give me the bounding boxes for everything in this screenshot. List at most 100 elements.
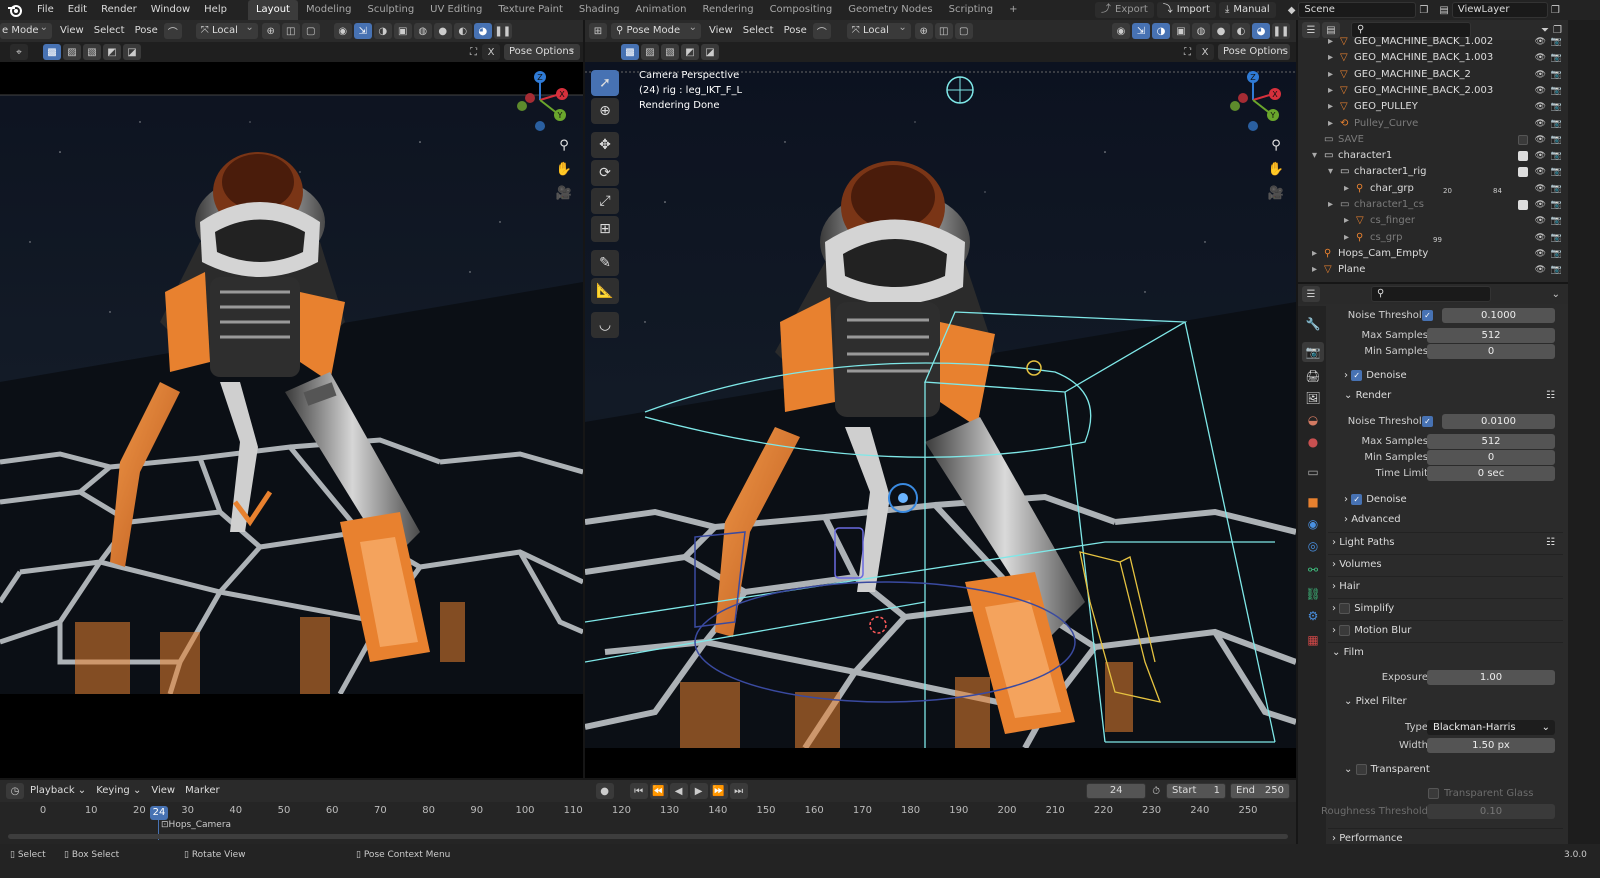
right-viewport-render[interactable]: ➚ ⊕ ✥ ⟳ ⤢ ⊞ ✎ 📐 ◡ Camera Perspective (24… <box>585 62 1296 748</box>
right-menu-pose[interactable]: Pose <box>779 20 812 42</box>
right-xray-icon[interactable]: ▣ <box>1172 23 1190 39</box>
left-tool-cursor-icon[interactable]: ⌖ <box>10 44 28 60</box>
hair-panel[interactable]: › Hair <box>1328 576 1563 596</box>
right-pause-icon[interactable]: ❚❚ <box>1272 23 1290 39</box>
render-camera-icon[interactable]: 📷 <box>1551 246 1562 262</box>
outliner-row[interactable]: ▸ ▽ GEO_MACHINE_BACK_2.003 👁 📷 <box>1298 83 1568 99</box>
light-paths-panel[interactable]: › Light Paths ☷ <box>1328 532 1563 552</box>
constraints-tab-icon[interactable]: ⚙ <box>1302 606 1324 626</box>
simplify-checkbox[interactable] <box>1339 602 1351 614</box>
simplify-panel[interactable]: › Simplify <box>1328 598 1563 618</box>
menu-file[interactable]: File <box>30 0 61 20</box>
rotate-tool[interactable]: ⟳ <box>591 160 619 186</box>
left-menu-select[interactable]: Select <box>89 20 130 42</box>
eye-icon[interactable]: 👁 <box>1535 99 1546 115</box>
render-camera-icon[interactable]: 📷 <box>1551 164 1562 180</box>
scale-tool[interactable]: ⤢ <box>591 188 619 214</box>
left-gizmo-toggle-icon[interactable]: ⇲ <box>353 23 372 39</box>
motion-blur-panel[interactable]: › Motion Blur <box>1328 620 1563 640</box>
armature-tab-icon[interactable]: ⛓ <box>1302 584 1324 604</box>
left-shading-solid-icon[interactable]: ● <box>433 23 452 39</box>
import-button[interactable]: ⤵ Import <box>1156 2 1216 18</box>
eye-icon[interactable]: 👁 <box>1535 67 1546 83</box>
left-select-extend-icon[interactable]: ▨ <box>63 44 81 60</box>
left-overlay-icon[interactable]: ◑ <box>373 23 392 39</box>
expand-right-icon[interactable]: ▸ <box>1328 197 1333 213</box>
world-tab-icon[interactable]: ● <box>1302 432 1324 452</box>
collection-exclude-checkbox[interactable] <box>1518 167 1528 178</box>
render-noise-threshold-field[interactable]: 0.0100 <box>1442 414 1555 429</box>
transparent-checkbox[interactable] <box>1355 763 1367 775</box>
tab-texture-paint[interactable]: Texture Paint <box>490 0 571 20</box>
left-menu-pose[interactable]: Pose <box>130 20 163 42</box>
right-snap-icon[interactable]: ◫ <box>934 23 953 39</box>
left-xray-icon[interactable]: ▣ <box>393 23 412 39</box>
viewport-noise-threshold-checkbox[interactable]: ✓ <box>1422 310 1433 321</box>
render-camera-icon[interactable]: 📷 <box>1551 197 1562 213</box>
move-tool[interactable]: ✥ <box>591 132 619 158</box>
copy-scene-icon[interactable]: ❐ <box>1419 5 1428 16</box>
select-box-tool[interactable]: ➚ <box>591 70 619 96</box>
blender-logo-icon[interactable] <box>0 0 30 20</box>
left-viewport-render[interactable]: Z X Y ⚲ ✋ 🎥 <box>0 62 583 694</box>
expand-down-icon[interactable]: ▾ <box>1312 148 1317 164</box>
stopwatch-icon[interactable]: ⏱ <box>1152 786 1160 797</box>
properties-search-input[interactable]: ⚲ <box>1371 286 1491 302</box>
eye-icon[interactable]: 👁 <box>1535 83 1546 99</box>
camera-marker[interactable]: ⊡Hops_Camera <box>161 820 231 830</box>
advanced-subpanel[interactable]: › Advanced <box>1328 510 1563 530</box>
left-select-subtract-icon[interactable]: ▧ <box>83 44 101 60</box>
expand-right-icon[interactable]: ▸ <box>1328 99 1333 115</box>
eye-icon[interactable]: 👁 <box>1535 262 1546 278</box>
left-visibility-icon[interactable]: ◉ <box>333 23 352 39</box>
right-shading-solid-icon[interactable]: ● <box>1212 23 1230 39</box>
render-max-samples-field[interactable]: 512 <box>1427 434 1555 449</box>
render-camera-icon[interactable]: 📷 <box>1551 34 1562 50</box>
expand-right-icon[interactable]: ▸ <box>1344 181 1349 197</box>
expand-down-icon[interactable]: ▾ <box>1328 164 1333 180</box>
viewport-noise-threshold-field[interactable]: 0.1000 <box>1442 308 1555 323</box>
keying-menu[interactable]: Keying ⌄ <box>91 780 146 802</box>
marker-menu[interactable]: Marker <box>180 780 225 802</box>
right-menu-view[interactable]: View <box>704 20 738 42</box>
outliner-row[interactable]: ▸ ▽ cs_finger 👁 📷 <box>1298 213 1568 229</box>
left-shading-wire-icon[interactable]: ◍ <box>413 23 432 39</box>
eye-icon[interactable]: 👁 <box>1535 132 1546 148</box>
left-zoom-icon[interactable]: ⚲ <box>554 136 574 156</box>
playback-menu[interactable]: Playback ⌄ <box>25 780 91 802</box>
outliner-row[interactable]: ▭ SAVE 👁 📷 <box>1298 132 1568 148</box>
auto-keying-icon[interactable]: ● <box>595 783 614 799</box>
right-menu-select[interactable]: Select <box>738 20 779 42</box>
outliner-row[interactable]: ▸ ▽ GEO_MACHINE_BACK_1.003 👁 📷 <box>1298 50 1568 66</box>
left-pivot-icon[interactable]: ⊕ <box>261 23 280 39</box>
expand-right-icon[interactable]: ▸ <box>1328 83 1333 99</box>
left-snap-toggle-icon[interactable]: ▢ <box>301 23 320 39</box>
viewport-denoise-checkbox[interactable]: ✓ <box>1351 369 1363 381</box>
jump-keyframe-forward-icon[interactable]: ⏩ <box>709 783 728 799</box>
tab-sculpting[interactable]: Sculpting <box>359 0 422 20</box>
tab-modeling[interactable]: Modeling <box>298 0 360 20</box>
eye-icon[interactable]: 👁 <box>1535 213 1546 229</box>
eye-icon[interactable]: 👁 <box>1535 181 1546 197</box>
tool-tab-icon[interactable]: 🔧 <box>1302 314 1324 334</box>
left-select-intersect-icon[interactable]: ◪ <box>123 44 141 60</box>
volumes-panel[interactable]: › Volumes <box>1328 554 1563 574</box>
collection-exclude-checkbox[interactable] <box>1518 200 1528 210</box>
transparent-subpanel[interactable]: ⌄ Transparent <box>1328 760 1563 780</box>
right-proportional-icon[interactable]: ⌒ <box>812 23 831 39</box>
roughness-threshold-field[interactable]: 0.10 <box>1427 804 1555 819</box>
add-workspace-button[interactable]: + <box>1001 0 1025 20</box>
expand-right-icon[interactable]: ▸ <box>1328 116 1333 132</box>
eye-icon[interactable]: 👁 <box>1535 50 1546 66</box>
view-layer-icon[interactable]: ▤ <box>1439 5 1448 16</box>
right-transform-affect-icon[interactable]: ⛶ <box>1184 47 1191 58</box>
particles-tab-icon[interactable]: ◎ <box>1302 536 1324 556</box>
tab-uv-editing[interactable]: UV Editing <box>422 0 490 20</box>
eye-icon[interactable]: 👁 <box>1535 34 1546 50</box>
render-camera-icon[interactable]: 📷 <box>1551 99 1562 115</box>
render-samples-subpanel[interactable]: ⌄ Render ☷ <box>1328 386 1563 406</box>
eye-icon[interactable]: 👁 <box>1535 116 1546 132</box>
tab-layout[interactable]: Layout <box>247 0 298 20</box>
exposure-field[interactable]: 1.00 <box>1427 670 1555 685</box>
menu-edit[interactable]: Edit <box>61 0 94 20</box>
